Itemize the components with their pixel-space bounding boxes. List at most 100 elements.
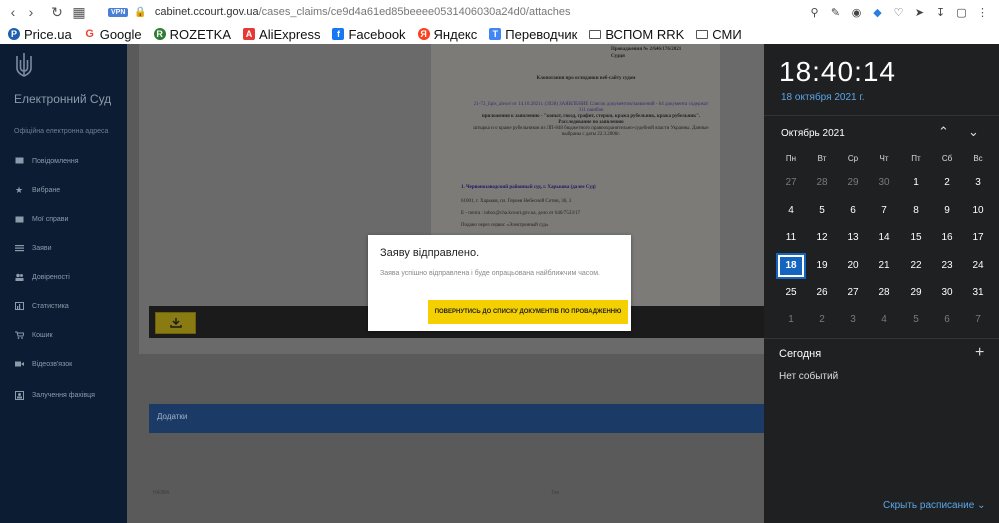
shield-icon[interactable]: ◆ — [867, 6, 888, 19]
calendar-day[interactable]: 27 — [777, 171, 805, 195]
calendar-day[interactable]: 25 — [777, 281, 805, 305]
translate-icon: T — [489, 28, 502, 40]
calendar-day[interactable]: 14 — [870, 226, 898, 250]
chevron-up-icon[interactable]: ⌃ — [938, 124, 949, 140]
month-label[interactable]: Октябрь 2021 — [781, 128, 845, 139]
calendar-day[interactable]: 8 — [902, 199, 930, 223]
return-to-documents-button[interactable]: ПОВЕРНУТИСЬ ДО СПИСКУ ДОКУМЕНТІВ ПО ПРОВ… — [428, 300, 628, 324]
lock-icon[interactable]: 🔒 — [134, 7, 146, 18]
sidebar: Електронний Суд Офіційна електронна адре… — [0, 44, 127, 523]
calendar-day[interactable]: 22 — [902, 254, 930, 278]
calendar-day[interactable]: 2 — [808, 308, 836, 332]
chevron-down-icon[interactable]: ⌄ — [968, 124, 979, 140]
divider — [764, 115, 999, 116]
sidebar-item-notifications[interactable]: Повідомлення — [14, 155, 79, 167]
heart-icon[interactable]: ♡ — [888, 6, 909, 19]
calendar-day[interactable]: 16 — [933, 226, 961, 250]
calendar-day[interactable]: 7 — [870, 199, 898, 223]
bookmark-google[interactable]: G Google — [83, 27, 142, 42]
camera-icon[interactable]: ◉ — [846, 6, 867, 19]
calendar-day[interactable]: 24 — [964, 254, 992, 278]
bookmark-label: Facebook — [348, 26, 406, 42]
bookmark-facebook[interactable]: f Facebook — [332, 26, 406, 42]
calendar-day[interactable]: 27 — [839, 281, 867, 305]
calendar-day[interactable]: 3 — [964, 171, 992, 195]
calendar-day[interactable]: 17 — [964, 226, 992, 250]
calendar-day[interactable]: 1 — [902, 171, 930, 195]
calendar-day[interactable]: 19 — [808, 254, 836, 278]
column-name: НАЗВА — [153, 490, 170, 496]
calendar-day[interactable]: 15 — [902, 226, 930, 250]
bookmark-rozetka[interactable]: R ROZETKA — [153, 26, 232, 42]
calendar-day[interactable]: 29 — [839, 171, 867, 195]
calendar-day[interactable]: 30 — [870, 171, 898, 195]
bookmark-yandex[interactable]: Я Яндекс — [417, 27, 477, 42]
calendar-day[interactable]: 6 — [839, 199, 867, 223]
edit-icon[interactable]: ✎ — [825, 6, 846, 19]
reload-icon[interactable]: ↻ — [48, 0, 66, 24]
calendar-day[interactable]: 28 — [870, 281, 898, 305]
rozetka-icon: R — [153, 28, 166, 40]
add-event-icon[interactable]: + — [975, 344, 984, 362]
sidebar-item-video-call[interactable]: Відеозв'язок — [14, 358, 72, 370]
url-field[interactable]: cabinet.ccourt.gov.ua/cases_claims/ce9d4… — [155, 6, 571, 18]
calendar-day[interactable]: 11 — [777, 226, 805, 250]
calendar-day[interactable]: 7 — [964, 308, 992, 332]
calendar-day[interactable]: 10 — [964, 199, 992, 223]
calendar-day[interactable]: 9 — [933, 199, 961, 223]
dialog-message: Заява успішно відправлена і буде опрацьо… — [380, 270, 600, 277]
calendar-day[interactable]: 12 — [808, 226, 836, 250]
bookmark-translator[interactable]: T Переводчик — [489, 27, 577, 42]
calendar-day[interactable]: 30 — [933, 281, 961, 305]
search-icon[interactable]: ⚲ — [804, 6, 825, 19]
sidebar-item-label: Статистика — [32, 302, 69, 310]
sidebar-item-specialist[interactable]: Залучення фахівця — [14, 389, 95, 401]
bookmark-folder-smi[interactable]: СМИ — [696, 27, 742, 42]
send-icon[interactable]: ➤ — [909, 6, 930, 19]
calendar-day[interactable]: 3 — [839, 308, 867, 332]
bookmark-label: ROZETKA — [169, 26, 232, 42]
sidebar-item-cart[interactable]: Кошик — [14, 329, 53, 341]
calendar-day[interactable]: 1 — [777, 308, 805, 332]
sidebar-item-label: Мої справи — [32, 215, 69, 223]
calendar-day[interactable]: 5 — [902, 308, 930, 332]
calendar-day[interactable]: 21 — [870, 254, 898, 278]
date-link[interactable]: 18 октября 2021 г. — [781, 92, 865, 103]
chart-icon — [14, 301, 24, 311]
calendar-day[interactable]: 20 — [839, 254, 867, 278]
bookmark-price-ua[interactable]: P Price.ua — [8, 27, 72, 42]
calendar-day[interactable]: 23 — [933, 254, 961, 278]
calendar-day[interactable]: 5 — [808, 199, 836, 223]
download-icon[interactable]: ↧ — [930, 6, 951, 19]
back-icon[interactable]: ‹ — [4, 0, 22, 24]
sidebar-item-powers-of-attorney[interactable]: Довіреності — [14, 271, 70, 283]
forward-icon[interactable]: › — [22, 0, 40, 24]
calendar-day[interactable]: 29 — [902, 281, 930, 305]
calendar-day[interactable]: 13 — [839, 226, 867, 250]
calendar-day-today[interactable]: 18 — [777, 254, 805, 278]
calendar-day[interactable]: 28 — [808, 171, 836, 195]
hide-schedule-link[interactable]: Скрыть расписание ⌄ — [883, 500, 985, 511]
calendar-day[interactable]: 6 — [933, 308, 961, 332]
menu-icon[interactable]: ⋮ — [972, 6, 993, 19]
weekday-label: Пн — [785, 154, 797, 163]
calendar-day[interactable]: 2 — [933, 171, 961, 195]
vpn-badge[interactable]: VPN — [108, 7, 129, 17]
calendar-day[interactable]: 26 — [808, 281, 836, 305]
sidebar-item-favorites[interactable]: ★ Вибране — [14, 184, 60, 196]
video-icon — [14, 359, 24, 369]
calendar-day[interactable]: 31 — [964, 281, 992, 305]
specialist-icon — [14, 390, 24, 400]
bookmark-folder-vspom[interactable]: ВСПОМ RRK — [589, 27, 684, 42]
calendar-day[interactable]: 4 — [870, 308, 898, 332]
bookmark-aliexpress[interactable]: A AliExpress — [243, 27, 320, 42]
download-button[interactable] — [155, 312, 196, 334]
calendar-day[interactable]: 4 — [777, 199, 805, 223]
cube-icon[interactable]: ▢ — [951, 6, 972, 19]
sidebar-item-claims[interactable]: Заяви — [14, 242, 52, 254]
download-icon — [169, 318, 182, 328]
grid-icon[interactable]: ▦ — [70, 0, 88, 24]
sidebar-item-my-cases[interactable]: Мої справи — [14, 213, 68, 225]
weekday-label: Чт — [879, 154, 889, 163]
sidebar-item-statistics[interactable]: Статистика — [14, 300, 69, 312]
